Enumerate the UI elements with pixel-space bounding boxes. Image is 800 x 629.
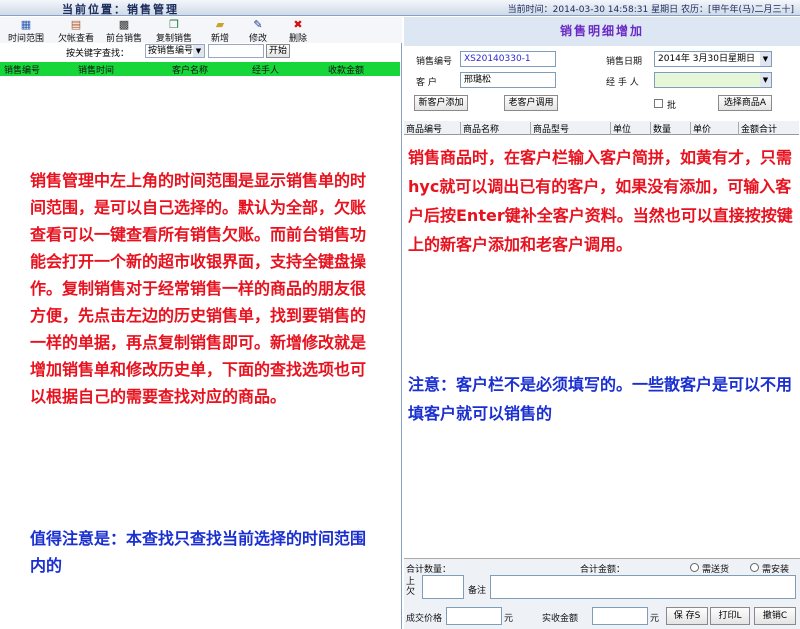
current-time: 当前时间：2014-03-30 14:58:31 星期日 农历：[甲午年(马)二…	[507, 5, 794, 15]
col-sale-no[interactable]: 销售编号	[4, 63, 40, 76]
sale-no-label: 销售编号	[416, 57, 453, 67]
need-install-radio[interactable]	[750, 563, 759, 572]
edit-button[interactable]: ✎ 修改	[236, 19, 280, 44]
add-customer-button[interactable]: 新客户添加	[414, 95, 468, 111]
sale-date-picker[interactable]: 2014年 3月30日星期日 ▼	[654, 51, 772, 67]
handler-select[interactable]: ▼	[654, 72, 772, 88]
debt-icon: ▤	[70, 18, 82, 31]
old-customer-button[interactable]: 老客户调用	[504, 95, 558, 111]
calendar-icon: ▦	[20, 18, 32, 31]
need-delivery-radio[interactable]	[690, 563, 699, 572]
sale-detail-panel: 销售明细增加 销售编号 XS20140330-1 销售日期 2014年 3月30…	[404, 17, 800, 629]
time-range-button[interactable]: ▦ 时间范围	[4, 19, 48, 44]
col-amount[interactable]: 收款金额	[328, 63, 364, 76]
front-sale-button[interactable]: ▩ 前台销售	[102, 19, 146, 44]
customer-input[interactable]: 邢璐松	[460, 72, 556, 88]
total-amount-label: 合计金额：	[580, 565, 626, 575]
need-delivery-label: 需送货	[702, 565, 730, 575]
folder-icon: ▰	[215, 18, 225, 31]
col-goods-no[interactable]: 商品编号	[404, 122, 460, 135]
search-input[interactable]	[208, 44, 264, 58]
search-field-select[interactable]: 按销售编号 ▼	[145, 44, 205, 58]
top-bar: 当前位置：销售管理 当前时间：2014-03-30 14:58:31 星期日 农…	[0, 0, 800, 16]
delete-button[interactable]: ✖ 删除	[276, 19, 320, 44]
left-note-blue: 值得注意是：本查找只查找当前选择的时间范围内的	[30, 529, 367, 575]
received-label: 实收金额	[542, 614, 579, 624]
yuan-unit-1: 元	[504, 614, 514, 624]
choose-goods-button[interactable]: 选择商品A	[718, 95, 772, 111]
save-button[interactable]: 保 存S	[666, 607, 708, 625]
sale-no-field[interactable]: XS20140330-1	[460, 51, 556, 67]
customer-label: 客 户	[416, 78, 437, 88]
start-search-button[interactable]: 开始	[266, 44, 290, 58]
print-button[interactable]: 打印L	[710, 607, 750, 625]
col-handler[interactable]: 经手人	[252, 63, 279, 76]
cancel-button[interactable]: 撤销C	[754, 607, 796, 625]
toolbar: ▦ 时间范围 ▤ 欠帐查看 ▩ 前台销售 ❐ 复制销售 ▰ 新增 ✎ 修改 ✖ 删除	[0, 17, 402, 44]
search-label: 按关键字查找：	[66, 49, 130, 59]
register-icon: ▩	[118, 18, 130, 31]
need-install-label: 需安装	[762, 565, 790, 575]
col-sale-time[interactable]: 销售时间	[78, 63, 114, 76]
sale-date-label: 销售日期	[606, 57, 643, 67]
current-location: 当前位置：销售管理	[62, 3, 179, 16]
col-customer[interactable]: 客户名称	[172, 63, 208, 76]
sales-grid-header: 销售编号 销售时间 客户名称 经手人 收款金额	[0, 62, 400, 76]
col-goods-model[interactable]: 商品型号	[530, 122, 610, 135]
edit-icon: ✎	[253, 18, 263, 31]
col-price[interactable]: 单价	[690, 122, 738, 135]
right-note-red: 销售商品时，在客户栏输入客户简拼，如黄有才，只需hyc就可以调出已有的客户，如果…	[408, 148, 793, 254]
col-goods-name[interactable]: 商品名称	[460, 122, 530, 135]
col-unit[interactable]: 单位	[610, 122, 650, 135]
received-input[interactable]	[592, 607, 648, 625]
batch-label: 批	[667, 101, 677, 111]
right-note-blue: 注意：客户栏不是必须填写的。一些散客户是可以不用填客户就可以销售的	[408, 375, 793, 423]
chevron-down-icon: ▼	[760, 52, 771, 66]
totals-footer: 合计数量： 合计金额： 需送货 需安装 上欠 备注 成交价格 元 实收金额 元 …	[404, 558, 800, 629]
goods-grid-header: 商品编号 商品名称 商品型号 单位 数量 单价 金额合计	[404, 121, 799, 135]
left-note-red: 销售管理中左上角的时间范围是显示销售单的时间范围，是可以自己选择的。默认为全部，…	[30, 171, 367, 406]
deal-price-label: 成交价格	[406, 614, 443, 624]
batch-checkbox[interactable]	[654, 99, 663, 108]
search-row: 按关键字查找： 按销售编号 ▼ 开始	[0, 43, 402, 60]
handler-label: 经 手 人	[606, 78, 639, 88]
yuan-unit-2: 元	[650, 614, 660, 624]
copy-icon: ❐	[169, 18, 179, 31]
remark-input[interactable]	[490, 575, 796, 599]
delete-icon: ✖	[293, 18, 303, 31]
debt-view-button[interactable]: ▤ 欠帐查看	[54, 19, 98, 44]
copy-sale-button[interactable]: ❐ 复制销售	[152, 19, 196, 44]
panel-title: 销售明细增加	[404, 17, 800, 46]
total-qty-label: 合计数量：	[406, 565, 452, 575]
chevron-down-icon: ▼	[760, 73, 771, 87]
sales-list-panel: ▦ 时间范围 ▤ 欠帐查看 ▩ 前台销售 ❐ 复制销售 ▰ 新增 ✎ 修改 ✖ 删除 按关键字…	[0, 17, 402, 629]
deal-price-input[interactable]	[446, 607, 502, 625]
remark-label: 备注	[468, 586, 487, 596]
owe-label: 上欠	[406, 577, 416, 597]
col-qty[interactable]: 数量	[650, 122, 690, 135]
chevron-down-icon: ▼	[193, 45, 204, 57]
col-total[interactable]: 金额合计	[738, 122, 798, 135]
owe-field[interactable]	[422, 575, 464, 599]
